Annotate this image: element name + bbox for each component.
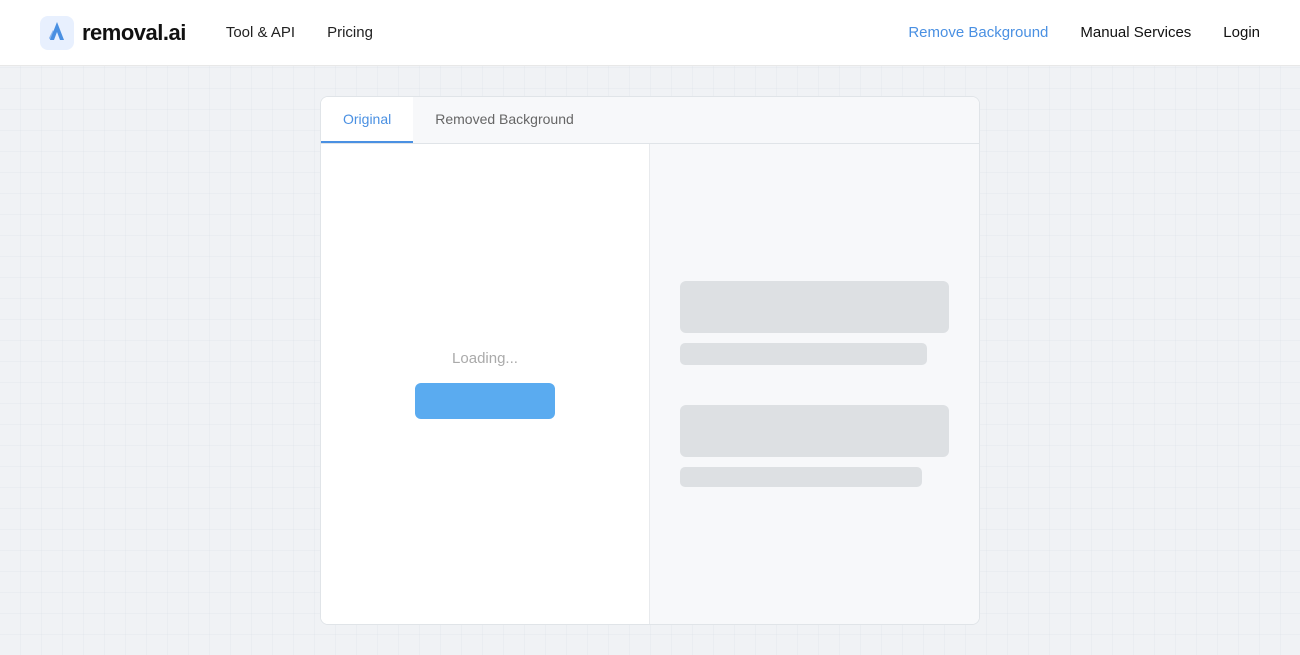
nav-links: Tool & API Pricing bbox=[226, 24, 373, 41]
nav-right: Remove Background Manual Services Login bbox=[908, 24, 1260, 41]
skeleton-block-1 bbox=[680, 281, 949, 333]
logo-text: removal.ai bbox=[82, 20, 186, 46]
skeleton-group-2 bbox=[680, 405, 949, 487]
skeleton-block-4 bbox=[680, 467, 922, 487]
tab-removed-background[interactable]: Removed Background bbox=[413, 97, 596, 143]
nav-pricing[interactable]: Pricing bbox=[327, 24, 373, 41]
tabs-bar: Original Removed Background bbox=[321, 97, 979, 144]
main-card: Original Removed Background Loading... bbox=[320, 96, 980, 625]
nav-tool-api[interactable]: Tool & API bbox=[226, 24, 295, 41]
skeleton-group-1 bbox=[680, 281, 949, 365]
nav-left: removal.ai Tool & API Pricing bbox=[40, 16, 373, 50]
skeleton-block-3 bbox=[680, 405, 949, 457]
nav-login[interactable]: Login bbox=[1223, 24, 1260, 41]
loading-text: Loading... bbox=[452, 350, 518, 367]
nav-manual-services[interactable]: Manual Services bbox=[1080, 24, 1191, 41]
loading-progress-bar bbox=[415, 383, 555, 419]
logo[interactable]: removal.ai bbox=[40, 16, 186, 50]
logo-icon bbox=[40, 16, 74, 50]
main-content: Original Removed Background Loading... bbox=[0, 66, 1300, 655]
navbar: removal.ai Tool & API Pricing Remove Bac… bbox=[0, 0, 1300, 66]
card-body: Loading... bbox=[321, 144, 979, 624]
left-panel: Loading... bbox=[321, 144, 650, 624]
right-panel bbox=[650, 144, 979, 624]
tab-original[interactable]: Original bbox=[321, 97, 413, 143]
nav-remove-background[interactable]: Remove Background bbox=[908, 24, 1048, 41]
skeleton-block-2 bbox=[680, 343, 927, 365]
